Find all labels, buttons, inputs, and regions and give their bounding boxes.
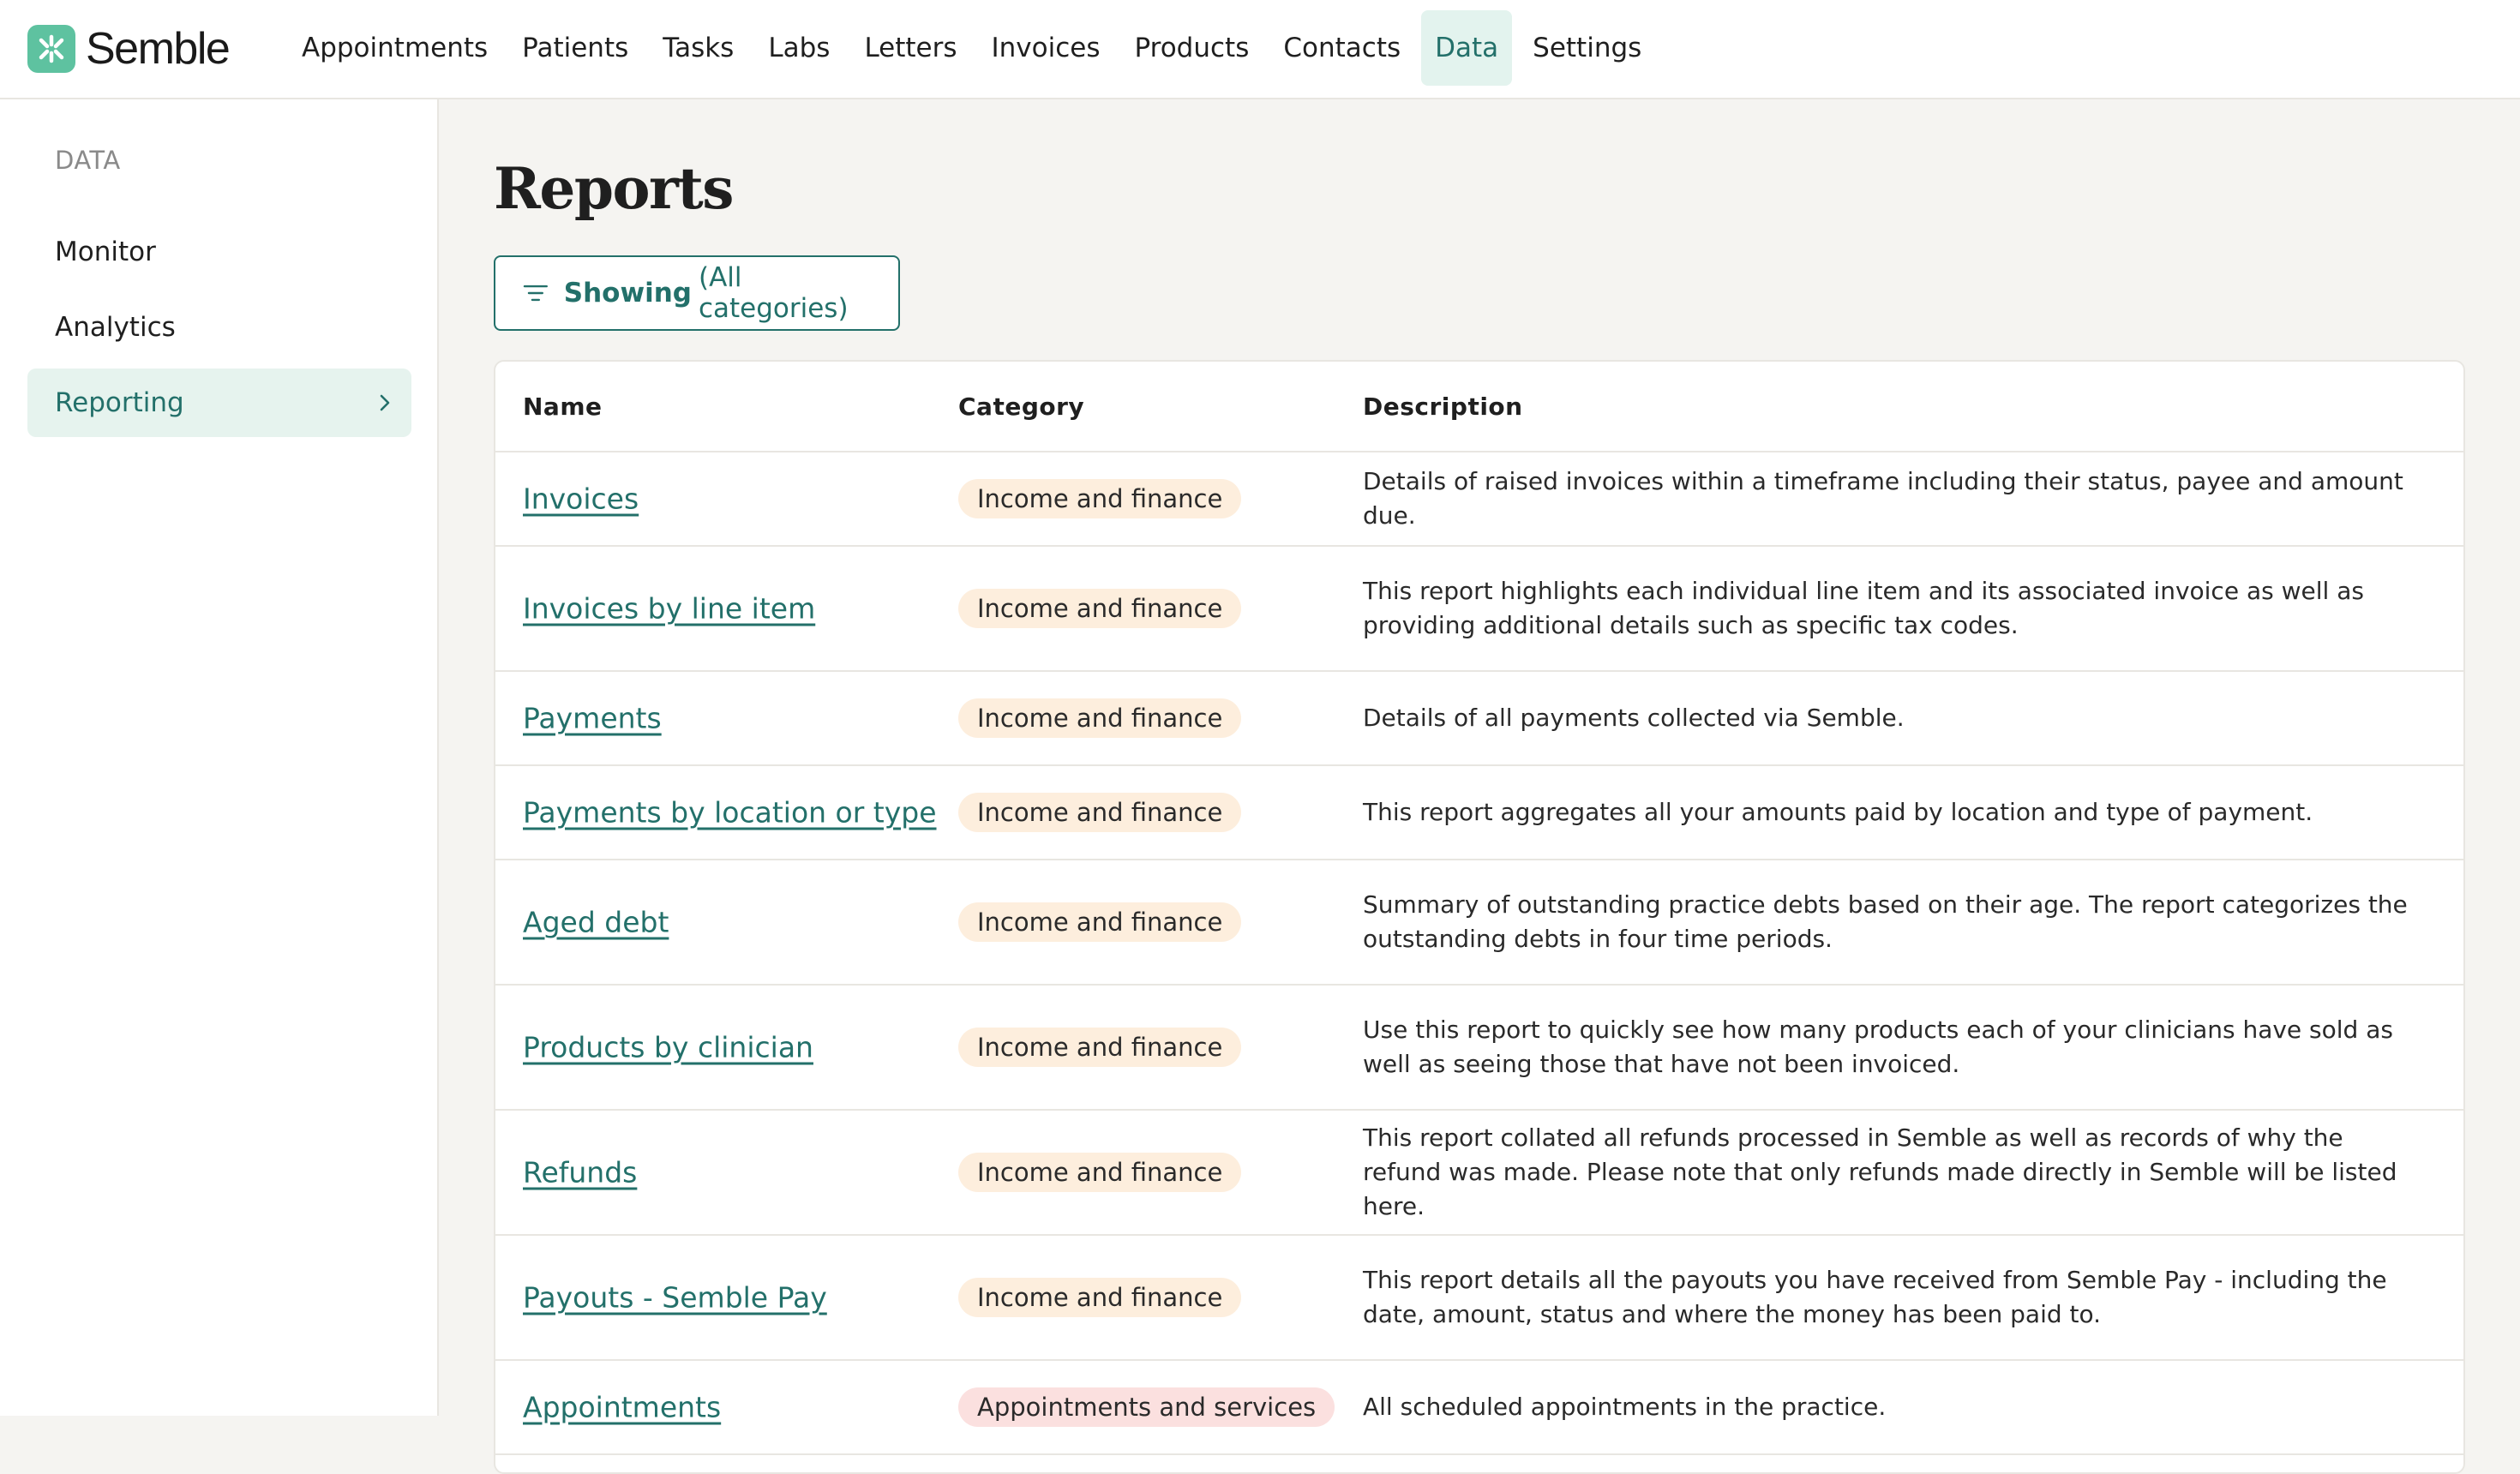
table-row: Aged debt Income and finance Summary of … bbox=[495, 860, 2463, 986]
report-link[interactable]: Invoices by line item bbox=[523, 592, 815, 626]
report-link[interactable]: Invoices bbox=[523, 482, 639, 516]
sidebar-item-label: Analytics bbox=[55, 312, 176, 343]
category-badge: Income and finance bbox=[958, 902, 1242, 942]
report-link[interactable]: Payments by location or type bbox=[523, 796, 937, 830]
category-badge: Income and finance bbox=[958, 1028, 1242, 1067]
app-name: Semble bbox=[86, 24, 231, 74]
table-row: Appointments Appointments and services A… bbox=[495, 1361, 2463, 1455]
sidebar: DATA Monitor Analytics Reporting bbox=[0, 99, 439, 1416]
page-title: Reports bbox=[494, 155, 734, 222]
filter-label-strong: Showing bbox=[563, 278, 692, 309]
filter-lines-icon bbox=[523, 285, 548, 302]
report-link[interactable]: Refunds bbox=[523, 1156, 637, 1189]
semble-logo-icon bbox=[27, 25, 75, 73]
main-nav: Appointments Patients Tasks Labs Letters… bbox=[288, 10, 1662, 86]
nav-patients[interactable]: Patients bbox=[508, 10, 642, 86]
table-row: Payouts - Semble Pay Income and finance … bbox=[495, 1236, 2463, 1361]
report-description: Summary of outstanding practice debts ba… bbox=[1363, 890, 2408, 953]
report-description: Details of raised invoices within a time… bbox=[1363, 467, 2403, 530]
table-row: Invoices Income and finance Details of r… bbox=[495, 452, 2463, 547]
category-badge: Income and finance bbox=[958, 589, 1242, 628]
nav-tasks[interactable]: Tasks bbox=[649, 10, 747, 86]
nav-settings[interactable]: Settings bbox=[1519, 10, 1655, 86]
sidebar-item-reporting[interactable]: Reporting bbox=[27, 368, 411, 437]
sidebar-item-label: Monitor bbox=[55, 237, 156, 267]
report-link[interactable]: Products by clinician bbox=[523, 1031, 813, 1064]
sidebar-item-label: Reporting bbox=[55, 387, 184, 418]
sidebar-item-monitor[interactable]: Monitor bbox=[27, 218, 411, 286]
report-description: Use this report to quickly see how many … bbox=[1363, 1016, 2393, 1078]
report-description: This report highlights each individual l… bbox=[1363, 577, 2364, 639]
category-badge: Income and finance bbox=[958, 698, 1242, 738]
nav-products[interactable]: Products bbox=[1121, 10, 1263, 86]
report-link[interactable]: Payments bbox=[523, 702, 662, 735]
semble-logo[interactable]: Semble bbox=[27, 24, 231, 74]
report-link[interactable]: Payouts - Semble Pay bbox=[523, 1281, 827, 1315]
table-row: Invoices by line item Income and finance… bbox=[495, 547, 2463, 672]
nav-invoices[interactable]: Invoices bbox=[978, 10, 1114, 86]
report-link[interactable]: Appointments bbox=[523, 1391, 721, 1424]
category-badge: Income and finance bbox=[958, 479, 1242, 518]
column-header-category: Category bbox=[958, 392, 1085, 421]
chevron-right-icon bbox=[380, 394, 390, 411]
nav-appointments[interactable]: Appointments bbox=[288, 10, 501, 86]
column-header-name: Name bbox=[523, 392, 603, 421]
table-row: Payments Income and finance Details of a… bbox=[495, 672, 2463, 766]
category-badge: Income and finance bbox=[958, 793, 1242, 832]
nav-letters[interactable]: Letters bbox=[850, 10, 970, 86]
column-header-description: Description bbox=[1363, 392, 1523, 421]
report-description: This report aggregates all your amounts … bbox=[1363, 798, 2313, 826]
sidebar-heading: DATA bbox=[55, 146, 121, 175]
category-badge: Income and finance bbox=[958, 1153, 1242, 1192]
category-badge: Appointments and services bbox=[958, 1387, 1335, 1427]
top-navigation-bar: Semble Appointments Patients Tasks Labs … bbox=[0, 0, 2520, 99]
report-link[interactable]: Aged debt bbox=[523, 906, 669, 939]
table-header: Name Category Description bbox=[495, 362, 2463, 452]
nav-data[interactable]: Data bbox=[1421, 10, 1513, 86]
table-row: Payments by location or type Income and … bbox=[495, 766, 2463, 860]
nav-labs[interactable]: Labs bbox=[754, 10, 843, 86]
category-badge: Income and finance bbox=[958, 1278, 1242, 1317]
reports-table: Name Category Description Invoices Incom… bbox=[494, 360, 2465, 1474]
nav-contacts[interactable]: Contacts bbox=[1269, 10, 1414, 86]
table-row: Products by clinician Income and finance… bbox=[495, 986, 2463, 1111]
report-description: Details of all payments collected via Se… bbox=[1363, 704, 1905, 732]
filter-label-value: (All categories) bbox=[698, 262, 849, 324]
report-description: This report collated all refunds process… bbox=[1363, 1123, 2397, 1220]
report-description: All scheduled appointments in the practi… bbox=[1363, 1393, 1887, 1421]
sidebar-item-analytics[interactable]: Analytics bbox=[27, 293, 411, 362]
report-description: This report details all the payouts you … bbox=[1363, 1266, 2387, 1328]
table-row: Refunds Income and finance This report c… bbox=[495, 1111, 2463, 1236]
category-filter-button[interactable]: Showing (All categories) bbox=[494, 255, 900, 331]
